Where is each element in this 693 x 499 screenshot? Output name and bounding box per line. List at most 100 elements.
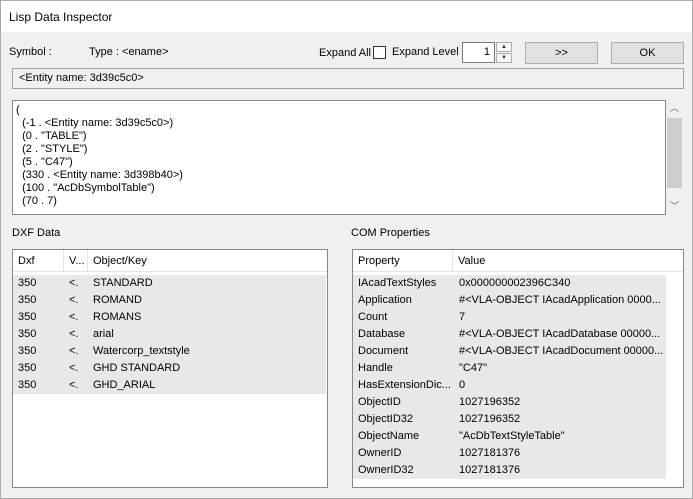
- object-key-cell: STANDARD: [93, 277, 153, 289]
- property-cell: HasExtensionDic...: [358, 379, 451, 391]
- table-row[interactable]: ObjectID32 1027196352: [353, 411, 666, 428]
- dxf-column-header[interactable]: Dxf: [13, 250, 64, 272]
- lisp-line: (2 . "STYLE"): [16, 143, 88, 155]
- entity-name-field: <Entity name: 3d39c5c0>: [12, 68, 684, 89]
- property-cell: Application: [358, 294, 412, 306]
- value-cell: 1027181376: [459, 447, 521, 459]
- table-row[interactable]: Document #<VLA-OBJECT IAcadDocument 00000…: [353, 343, 666, 360]
- object-key-cell: Watercorp_textstyle: [93, 345, 190, 357]
- dxf-rows: 350 <. STANDARD 350 <. ROMAND 350 <. ROMANS 350 <.…: [13, 275, 326, 394]
- value-cell: 7: [459, 311, 466, 323]
- ok-button[interactable]: OK: [611, 42, 684, 64]
- lisp-line: (0 . "TABLE"): [16, 130, 87, 142]
- table-row[interactable]: 350 <. ROMAND: [13, 292, 326, 309]
- lisp-textarea-scrollbar[interactable]: ︿ ﹀: [666, 100, 683, 215]
- lisp-data-lines: ( (-1 . <Entity name: 3d39c5c0>) (0 . "T…: [16, 104, 183, 208]
- value-cell: #<VLA-OBJECT IAcadDatabase 00000...: [459, 328, 661, 340]
- v-column-header[interactable]: V...: [64, 250, 88, 272]
- table-row[interactable]: Database #<VLA-OBJECT IAcadDatabase 00000…: [353, 326, 666, 343]
- v-cell: <.: [69, 345, 79, 357]
- table-row[interactable]: ObjectID 1027196352: [353, 394, 666, 411]
- v-cell: <.: [69, 311, 79, 323]
- property-cell: ObjectID: [358, 396, 401, 408]
- com-list-header: Property Value: [353, 250, 683, 272]
- com-properties-title: COM Properties: [351, 227, 430, 239]
- dxf-cell: 350: [18, 328, 37, 340]
- expand-all-checkbox[interactable]: [373, 46, 386, 59]
- dxf-cell: 350: [18, 345, 37, 357]
- expand-level-input[interactable]: 1: [462, 42, 495, 63]
- lisp-line: (: [16, 104, 20, 116]
- scrollbar-thumb[interactable]: [667, 118, 682, 188]
- value-cell: #<VLA-OBJECT IAcadApplication 0000...: [459, 294, 661, 306]
- dxf-cell: 350: [18, 277, 37, 289]
- chevron-down-icon[interactable]: ﹀: [666, 198, 683, 215]
- v-cell: <.: [69, 277, 79, 289]
- type-label: Type : <ename>: [89, 46, 169, 58]
- com-rows: IAcadTextStyles 0x000000002396C340 Applica…: [353, 275, 666, 479]
- table-row[interactable]: HasExtensionDic... 0: [353, 377, 666, 394]
- dxf-cell: 350: [18, 379, 37, 391]
- property-cell: OwnerID32: [358, 464, 414, 476]
- table-row[interactable]: 350 <. GHD_ARIAL: [13, 377, 326, 394]
- title-bar: Lisp Data Inspector: [1, 1, 692, 32]
- table-row[interactable]: IAcadTextStyles 0x000000002396C340: [353, 275, 666, 292]
- v-cell: <.: [69, 328, 79, 340]
- object-key-cell: ROMANS: [93, 311, 142, 323]
- table-row[interactable]: Handle "C47": [353, 360, 666, 377]
- table-row[interactable]: 350 <. Watercorp_textstyle: [13, 343, 326, 360]
- chevron-up-icon[interactable]: ︿: [666, 100, 683, 117]
- property-cell: Document: [358, 345, 409, 357]
- expand-level-spinner: ▲ ▼: [496, 42, 512, 63]
- value-cell: 1027196352: [459, 396, 521, 408]
- value-column-header[interactable]: Value: [453, 250, 683, 272]
- value-cell: "C47": [459, 362, 487, 374]
- expand-level-label: Expand Level: [392, 46, 459, 58]
- value-cell: 0: [459, 379, 466, 391]
- property-cell: Handle: [358, 362, 393, 374]
- expand-all-label: Expand All: [319, 47, 371, 59]
- lisp-line: (70 . 7): [16, 195, 57, 207]
- object-key-cell: arial: [93, 328, 114, 340]
- value-cell: 1027196352: [459, 413, 521, 425]
- object-key-cell: ROMAND: [93, 294, 142, 306]
- table-row[interactable]: OwnerID32 1027181376: [353, 462, 666, 479]
- value-cell: 0x000000002396C340: [459, 277, 571, 289]
- lisp-data-inspector-window: Lisp Data Inspector Symbol : Type : <ena…: [0, 0, 693, 499]
- table-row[interactable]: 350 <. arial: [13, 326, 326, 343]
- value-cell: 1027181376: [459, 464, 521, 476]
- table-row[interactable]: 350 <. STANDARD: [13, 275, 326, 292]
- object-key-cell: GHD_ARIAL: [93, 379, 156, 391]
- table-row[interactable]: 350 <. GHD STANDARD: [13, 360, 326, 377]
- table-row[interactable]: Application #<VLA-OBJECT IAcadApplication…: [353, 292, 666, 309]
- dxf-data-list[interactable]: Dxf V... Object/Key 350 <. STANDARD 350 <. RO…: [12, 249, 328, 488]
- dxf-cell: 350: [18, 311, 37, 323]
- table-row[interactable]: OwnerID 1027181376: [353, 445, 666, 462]
- table-row[interactable]: Count 7: [353, 309, 666, 326]
- table-row[interactable]: ObjectName "AcDbTextStyleTable": [353, 428, 666, 445]
- property-cell: OwnerID: [358, 447, 402, 459]
- dxf-cell: 350: [18, 362, 37, 374]
- value-cell: "AcDbTextStyleTable": [459, 430, 565, 442]
- lisp-line: (5 . "C47"): [16, 156, 73, 168]
- window-title: Lisp Data Inspector: [9, 10, 113, 24]
- next-button[interactable]: >>: [525, 42, 598, 64]
- dxf-list-header: Dxf V... Object/Key: [13, 250, 327, 272]
- lisp-line: (-1 . <Entity name: 3d39c5c0>): [16, 117, 174, 129]
- property-cell: ObjectID32: [358, 413, 414, 425]
- object-key-cell: GHD STANDARD: [93, 362, 181, 374]
- property-cell: IAcadTextStyles: [358, 277, 437, 289]
- triangle-up-icon[interactable]: ▲: [496, 42, 512, 52]
- symbol-label: Symbol :: [9, 46, 52, 58]
- triangle-down-icon[interactable]: ▼: [496, 53, 512, 63]
- property-cell: Database: [358, 328, 406, 340]
- lisp-data-textarea[interactable]: ( (-1 . <Entity name: 3d39c5c0>) (0 . "T…: [12, 100, 666, 215]
- table-row[interactable]: 350 <. ROMANS: [13, 309, 326, 326]
- object-key-column-header[interactable]: Object/Key: [88, 250, 327, 272]
- v-cell: <.: [69, 362, 79, 374]
- value-cell: #<VLA-OBJECT IAcadDocument 00000...: [459, 345, 664, 357]
- com-properties-list[interactable]: Property Value IAcadTextStyles 0x00000000…: [352, 249, 684, 488]
- v-cell: <.: [69, 379, 79, 391]
- dxf-data-title: DXF Data: [12, 227, 61, 239]
- property-column-header[interactable]: Property: [353, 250, 453, 272]
